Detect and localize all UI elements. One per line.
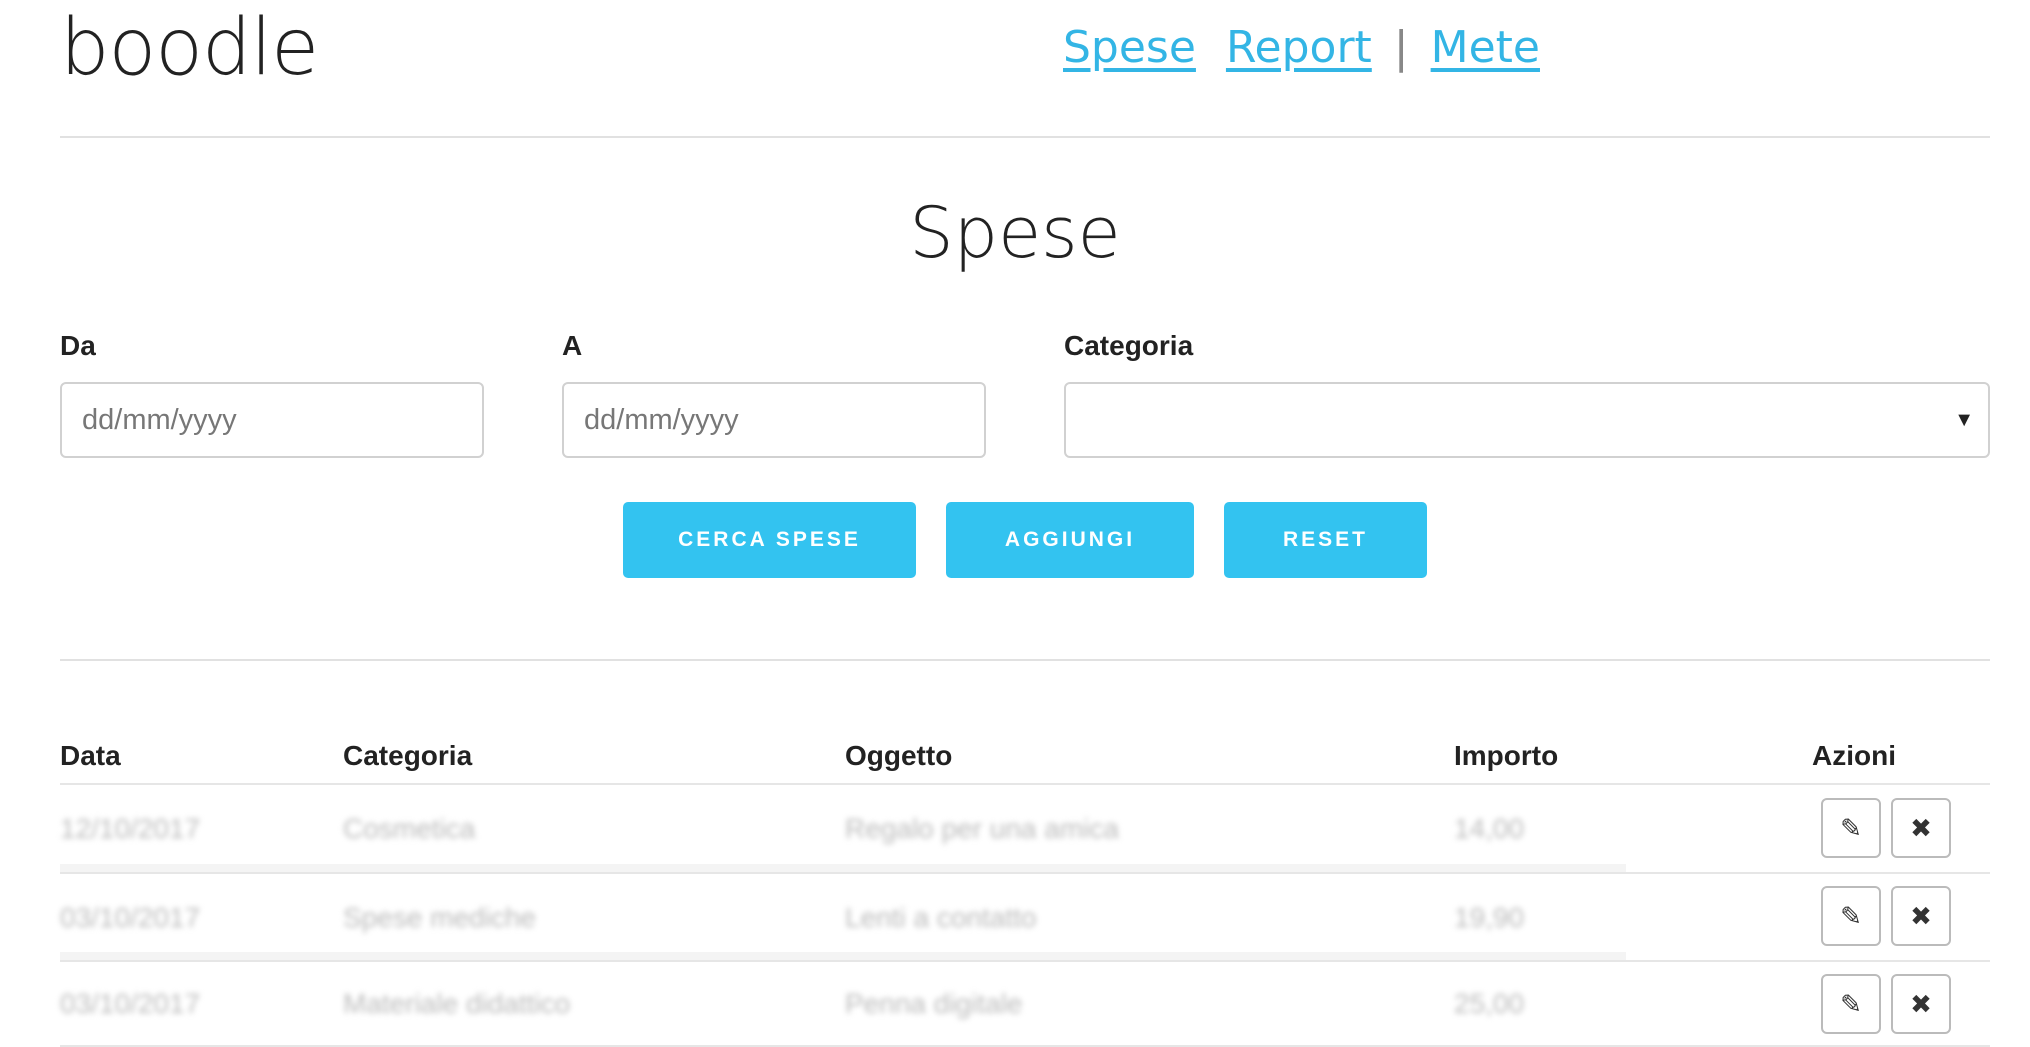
from-date-label: Da <box>60 330 96 361</box>
category-select[interactable]: ▼ <box>1064 382 1990 458</box>
column-header-importo: Importo <box>1454 740 1559 771</box>
close-icon: ✖ <box>1910 812 1932 843</box>
cell-categoria: Spese mediche <box>343 902 537 933</box>
cell-oggetto: Regalo per una amica <box>845 813 1119 844</box>
delete-button[interactable]: ✖ <box>1891 798 1951 858</box>
page-title: Spese <box>909 192 1121 274</box>
column-header-data: Data <box>60 740 121 771</box>
cell-importo: 14,00 <box>1454 813 1525 844</box>
cell-oggetto: Penna digitale <box>845 988 1023 1019</box>
column-header-categoria: Categoria <box>343 740 473 771</box>
cell-importo: 19,90 <box>1454 902 1525 933</box>
add-expense-button[interactable]: AGGIUNGI <box>946 502 1194 578</box>
cell-data: 12/10/2017 <box>60 813 201 844</box>
column-header-oggetto: Oggetto <box>845 740 953 771</box>
category-label: Categoria <box>1064 330 1194 361</box>
nav-separator: | <box>1393 22 1409 73</box>
cell-categoria: Cosmetica <box>343 813 476 844</box>
delete-button[interactable]: ✖ <box>1891 974 1951 1034</box>
cell-oggetto: Lenti a contatto <box>845 902 1037 933</box>
cell-importo: 25,00 <box>1454 988 1525 1019</box>
reset-button[interactable]: RESET <box>1224 502 1427 578</box>
edit-button[interactable]: ✎ <box>1821 974 1881 1034</box>
brand-logo[interactable]: boodle <box>60 0 319 96</box>
chevron-down-icon: ▼ <box>1954 409 1974 431</box>
row-separator-band <box>60 864 1626 872</box>
close-icon: ✖ <box>1910 900 1932 931</box>
from-date-input[interactable]: dd/mm/yyyy <box>60 382 484 458</box>
to-date-input[interactable]: dd/mm/yyyy <box>562 382 986 458</box>
cell-data: 03/10/2017 <box>60 902 201 933</box>
edit-button[interactable]: ✎ <box>1821 798 1881 858</box>
main-nav: Spese Report | Mete <box>1063 18 1540 78</box>
row-border <box>60 872 1990 874</box>
edit-button[interactable]: ✎ <box>1821 886 1881 946</box>
row-separator-band <box>60 952 1626 960</box>
pencil-icon: ✎ <box>1840 988 1862 1019</box>
delete-button[interactable]: ✖ <box>1891 886 1951 946</box>
column-header-azioni: Azioni <box>1812 740 1896 771</box>
pencil-icon: ✎ <box>1840 900 1862 931</box>
nav-link-mete[interactable]: Mete <box>1431 22 1540 73</box>
table-header-border <box>60 783 1990 785</box>
to-date-label: A <box>562 330 583 361</box>
pencil-icon: ✎ <box>1840 812 1862 843</box>
search-expenses-button[interactable]: CERCA SPESE <box>623 502 916 578</box>
close-icon: ✖ <box>1910 988 1932 1019</box>
nav-link-report[interactable]: Report <box>1226 22 1372 73</box>
cell-categoria: Materiale didattico <box>343 988 571 1019</box>
cell-data: 03/10/2017 <box>60 988 201 1019</box>
section-divider <box>60 659 1990 661</box>
top-navbar: boodle Spese Report | Mete <box>60 0 1990 138</box>
nav-link-spese[interactable]: Spese <box>1063 22 1196 73</box>
row-border <box>60 960 1990 962</box>
